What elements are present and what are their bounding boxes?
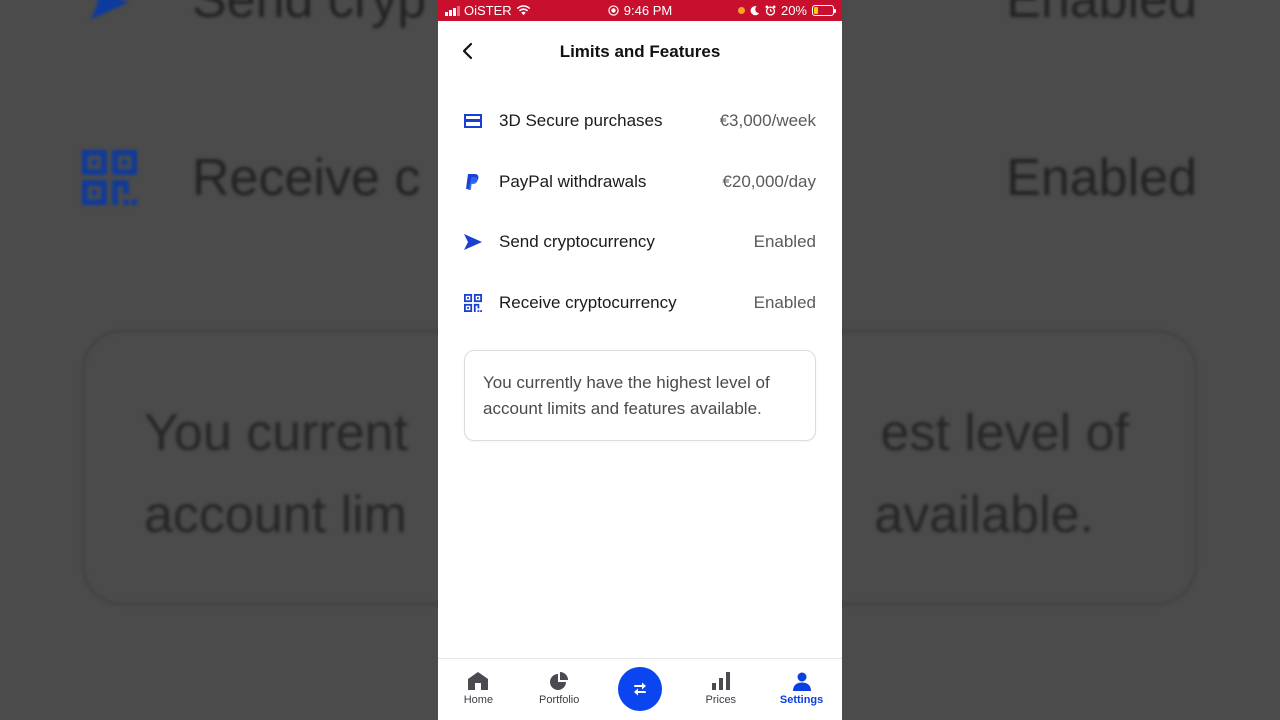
tab-bar: Home Portfolio Prices Settings (438, 658, 842, 720)
page-title: Limits and Features (559, 42, 721, 61)
home-icon (467, 671, 489, 691)
info-card: You currently have the highest level of … (464, 350, 816, 441)
card-icon (463, 111, 483, 131)
screen: Send cryp Enabled Receive c Enabled You … (0, 0, 1280, 720)
bg-label: Send cryp (192, 0, 427, 29)
bg-value: Enabled (1006, 149, 1197, 207)
phone-screen: OiSTER 9:46 PM 20% Limits and Features 3… (438, 0, 842, 720)
tab-portfolio[interactable]: Portfolio (519, 659, 600, 720)
qr-code-icon (82, 150, 137, 205)
bg-card-line: est level of (880, 404, 1129, 462)
status-bar: OiSTER 9:46 PM 20% (438, 0, 842, 21)
limit-row-paypal: PayPal withdrawals €20,000/day (438, 152, 842, 213)
limit-row-send-crypto: Send cryptocurrency Enabled (438, 212, 842, 273)
limit-value: Enabled (753, 232, 816, 252)
limit-value: Enabled (753, 292, 816, 312)
tab-trade[interactable] (600, 659, 681, 720)
limit-row-receive-crypto: Receive cryptocurrency Enabled (438, 273, 842, 334)
limit-value: €3,000/week (719, 111, 816, 131)
send-icon (90, 0, 129, 20)
bg-card-line: You current (144, 404, 409, 462)
tab-label: Home (463, 694, 494, 706)
screen-record-icon (608, 5, 619, 16)
swap-icon (633, 682, 646, 696)
pie-chart-icon (548, 671, 570, 691)
tab-settings[interactable]: Settings (761, 659, 842, 720)
moon-icon (750, 6, 760, 16)
tab-prices[interactable]: Prices (680, 659, 761, 720)
tab-label: Prices (705, 694, 737, 706)
battery-percent: 20% (780, 3, 807, 18)
limit-label: PayPal withdrawals (499, 171, 647, 191)
user-icon (791, 671, 813, 691)
battery-icon (812, 5, 836, 16)
limit-label: Receive cryptocurrency (499, 292, 677, 312)
limit-row-3d-secure: 3D Secure purchases €3,000/week (438, 91, 842, 152)
limit-value: €20,000/day (722, 171, 816, 191)
header: Limits and Features (438, 21, 842, 83)
swap-button[interactable] (617, 667, 662, 711)
tab-label: Portfolio (539, 694, 580, 706)
limit-label: Send cryptocurrency (499, 232, 655, 252)
clock: 9:46 PM (623, 3, 673, 18)
limits-list: 3D Secure purchases €3,000/week PayPal w… (438, 91, 842, 333)
mic-indicator-icon (737, 7, 745, 14)
limit-label: 3D Secure purchases (499, 111, 663, 131)
info-card-text: You currently have the highest level of … (483, 373, 770, 418)
send-icon (463, 232, 483, 252)
paypal-icon (463, 172, 483, 192)
status-right: 20% (737, 3, 836, 18)
bg-card-line: account lim (144, 486, 407, 544)
bg-card-line: available. (874, 486, 1094, 544)
battery-fill (814, 7, 818, 14)
tab-label: Settings (779, 694, 824, 706)
bg-value: Enabled (1006, 0, 1197, 29)
qr-code-icon (463, 293, 483, 313)
tab-home[interactable]: Home (438, 659, 519, 720)
bg-label: Receive c (192, 149, 421, 207)
alarm-icon (765, 5, 776, 16)
bar-chart-icon (710, 671, 732, 691)
